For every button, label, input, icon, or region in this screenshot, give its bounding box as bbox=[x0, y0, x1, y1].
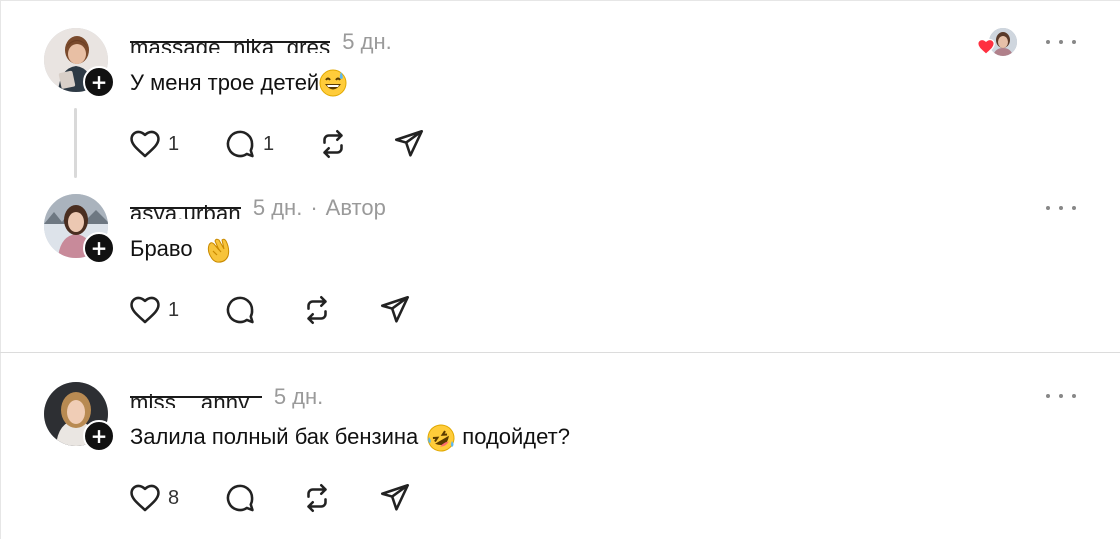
username-link[interactable]: massage_nika_gres bbox=[130, 31, 331, 53]
like-button[interactable]: 8 bbox=[128, 480, 179, 516]
dot-icon bbox=[1072, 40, 1076, 44]
heart-filled-icon bbox=[977, 38, 995, 55]
comment-text-continuation: подойдет? bbox=[462, 424, 570, 449]
like-count: 1 bbox=[168, 298, 180, 321]
share-button[interactable] bbox=[378, 292, 412, 328]
comment-header: miss__anny_ 5 дн. bbox=[130, 382, 323, 412]
reply-button[interactable]: 1 bbox=[223, 126, 274, 162]
comments-panel: + massage_nika_gres 5 дн. У меня трое де… bbox=[0, 0, 1120, 539]
share-button[interactable] bbox=[392, 126, 426, 162]
heart-icon bbox=[130, 130, 160, 158]
repost-button[interactable] bbox=[300, 292, 334, 328]
like-count: 1 bbox=[168, 132, 180, 155]
clapping-hands-emoji-icon bbox=[203, 235, 231, 263]
repost-icon bbox=[323, 129, 343, 159]
like-button[interactable]: 1 bbox=[128, 126, 179, 162]
comment-text-content: У меня трое детей bbox=[130, 70, 320, 95]
panel-left-border bbox=[0, 0, 1, 539]
timestamp[interactable]: 5 дн. bbox=[253, 195, 302, 221]
repost-button[interactable] bbox=[316, 126, 350, 162]
rolling-on-floor-laughing-emoji-icon bbox=[426, 423, 455, 452]
follow-plus-icon[interactable]: + bbox=[83, 420, 115, 452]
comment-header: massage_nika_gres 5 дн. bbox=[130, 27, 392, 57]
separator-dot: · bbox=[310, 195, 318, 220]
comment-text-content: Залила полный бак бензина bbox=[130, 424, 419, 449]
dot-icon bbox=[1072, 206, 1076, 210]
send-icon bbox=[380, 295, 410, 323]
comment-icon bbox=[226, 130, 254, 158]
grinning-sweat-emoji-icon bbox=[319, 69, 347, 97]
dot-icon bbox=[1046, 206, 1050, 210]
avatar-button[interactable]: + bbox=[44, 28, 115, 98]
more-options-button[interactable] bbox=[1046, 386, 1076, 406]
comment-text: Залила полный бак бензина подойдет? bbox=[130, 422, 570, 452]
more-options-button[interactable] bbox=[1046, 32, 1076, 52]
comment-icon bbox=[226, 296, 254, 324]
panel-top-border bbox=[0, 0, 1120, 1]
repost-icon bbox=[307, 295, 327, 325]
dot-icon bbox=[1059, 206, 1063, 210]
heart-icon bbox=[130, 484, 160, 512]
username-link[interactable]: miss__anny_ bbox=[130, 386, 262, 408]
timestamp[interactable]: 5 дн. bbox=[342, 29, 391, 55]
dot-icon bbox=[1046, 40, 1050, 44]
dot-icon bbox=[1059, 40, 1063, 44]
comment-text: Браво bbox=[130, 234, 235, 264]
comment-header: asya.urban 5 дн. · Автор bbox=[130, 193, 386, 223]
like-button[interactable]: 1 bbox=[128, 292, 179, 328]
like-count: 8 bbox=[168, 486, 180, 509]
author-liked-indicator bbox=[976, 27, 1020, 57]
reply-button[interactable] bbox=[223, 292, 257, 328]
avatar-button[interactable]: + bbox=[44, 382, 115, 452]
heart-icon bbox=[130, 296, 160, 324]
reply-thread-line bbox=[74, 108, 77, 178]
send-icon bbox=[394, 129, 424, 157]
timestamp[interactable]: 5 дн. bbox=[274, 384, 323, 410]
comment-icon bbox=[226, 484, 254, 512]
send-icon bbox=[380, 483, 410, 511]
author-label: Автор bbox=[325, 195, 386, 220]
dot-icon bbox=[1072, 394, 1076, 398]
comment-divider bbox=[0, 352, 1120, 353]
repost-button[interactable] bbox=[300, 480, 334, 516]
more-options-button[interactable] bbox=[1046, 198, 1076, 218]
share-button[interactable] bbox=[378, 480, 412, 516]
comment-text-content: Браво bbox=[130, 236, 193, 261]
dot-icon bbox=[1046, 394, 1050, 398]
reply-count: 1 bbox=[263, 132, 275, 155]
username-link[interactable]: asya.urban bbox=[130, 197, 241, 219]
follow-plus-icon[interactable]: + bbox=[83, 232, 115, 264]
follow-plus-icon[interactable]: + bbox=[83, 66, 115, 98]
dot-icon bbox=[1059, 394, 1063, 398]
comment-text: У меня трое детей bbox=[130, 68, 351, 98]
avatar-button[interactable]: + bbox=[44, 194, 115, 264]
reply-button[interactable] bbox=[223, 480, 257, 516]
repost-icon bbox=[307, 483, 327, 513]
